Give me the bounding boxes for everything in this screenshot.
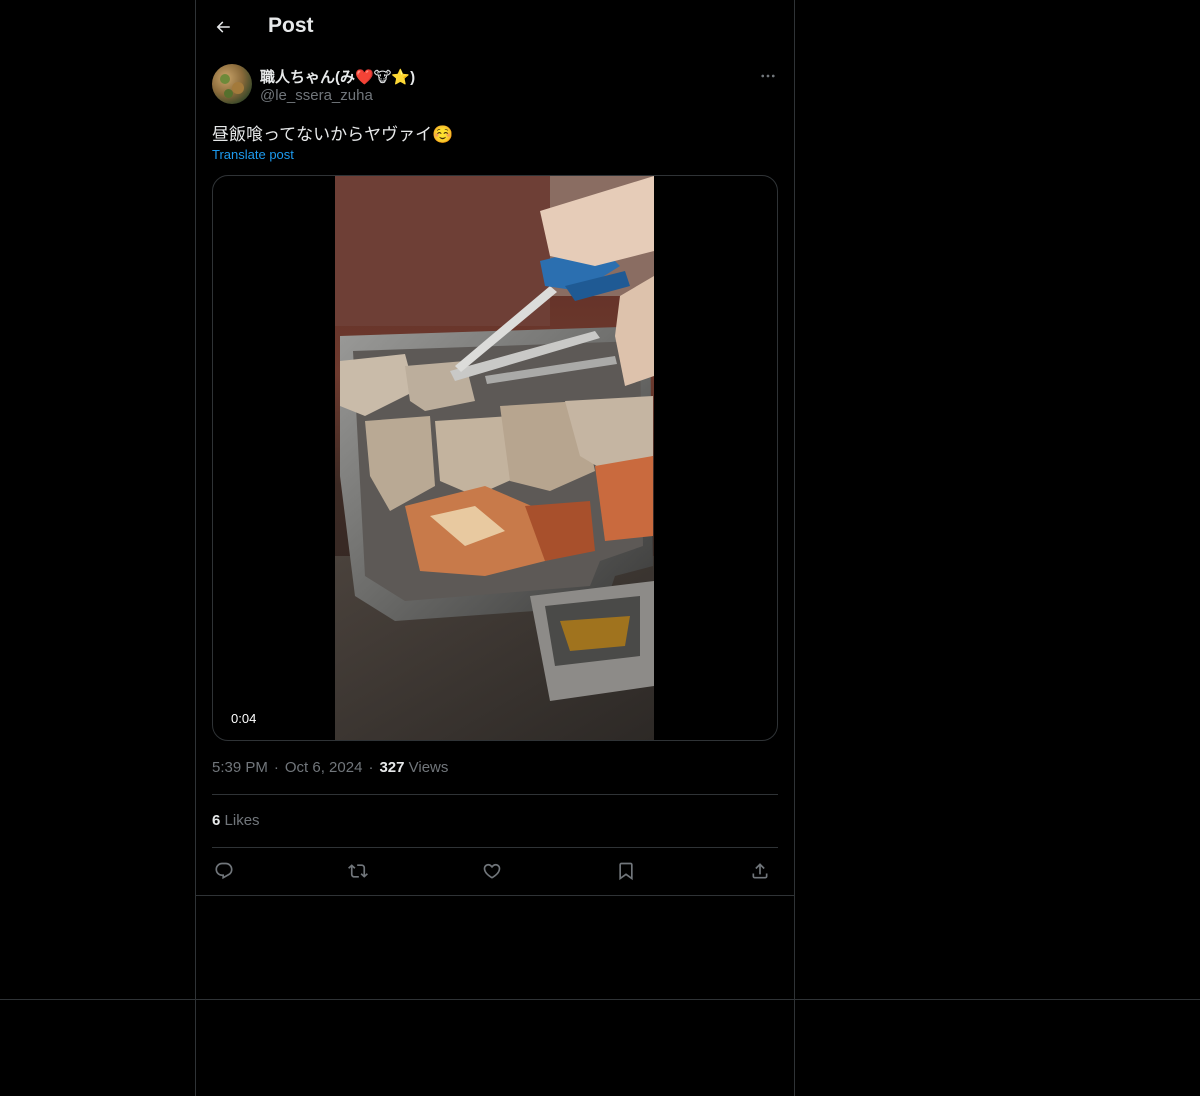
post-meta: 5:39 PM · Oct 6, 2024 · 327 Views — [212, 759, 448, 776]
post-detail-column: Post 職人ちゃん(み❤️🐮⭐) @le_ssera_zuha 昼飯喰ってない… — [196, 0, 794, 881]
back-button[interactable] — [210, 14, 236, 40]
repost-button[interactable] — [345, 858, 371, 884]
post-date[interactable]: Oct 6, 2024 — [285, 759, 363, 776]
bookmark-icon — [619, 862, 633, 881]
post-text: 昼飯喰ってないからヤヴァイ☺️ — [212, 125, 454, 144]
likes-stat[interactable]: 6 Likes — [212, 812, 260, 829]
likes-label: Likes — [224, 812, 260, 829]
video-duration: 0:04 — [225, 709, 263, 728]
post-bottom-border — [196, 895, 794, 896]
page-title: Post — [268, 14, 314, 37]
arrow-left-icon — [216, 21, 230, 33]
more-options-button[interactable] — [758, 66, 778, 86]
avatar[interactable] — [212, 64, 252, 104]
more-icon — [761, 74, 775, 78]
share-button[interactable] — [747, 858, 773, 884]
video-thumbnail — [335, 176, 654, 740]
horizontal-divider — [0, 999, 1200, 1000]
video-player[interactable]: 0:04 — [212, 175, 778, 741]
reply-button[interactable] — [211, 858, 237, 884]
share-icon — [752, 863, 768, 879]
post-actions — [212, 858, 778, 884]
views-label: Views — [408, 759, 449, 776]
meta-separator: · — [368, 759, 374, 776]
divider — [212, 847, 778, 848]
page: Post 職人ちゃん(み❤️🐮⭐) @le_ssera_zuha 昼飯喰ってない… — [0, 0, 1200, 1096]
left-column-border — [195, 0, 196, 1096]
post-author: 職人ちゃん(み❤️🐮⭐) @le_ssera_zuha — [212, 64, 778, 108]
like-button[interactable] — [479, 858, 505, 884]
author-handle[interactable]: @le_ssera_zuha — [260, 87, 373, 104]
translate-post-link[interactable]: Translate post — [212, 147, 294, 162]
reply-icon — [215, 862, 233, 880]
repost-icon — [348, 864, 368, 878]
views-count: 327 — [379, 759, 405, 776]
meta-separator: · — [273, 759, 279, 776]
bookmark-button[interactable] — [613, 858, 639, 884]
video-frame[interactable] — [335, 176, 654, 740]
heart-icon — [483, 863, 501, 879]
divider — [212, 794, 778, 795]
author-display-name[interactable]: 職人ちゃん(み❤️🐮⭐) — [260, 66, 415, 87]
likes-count: 6 — [212, 812, 221, 829]
post-time[interactable]: 5:39 PM — [212, 759, 268, 776]
post-header: Post — [196, 0, 794, 53]
right-column-border — [794, 0, 795, 1096]
